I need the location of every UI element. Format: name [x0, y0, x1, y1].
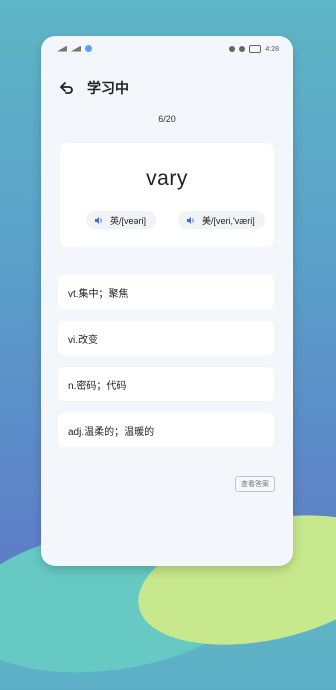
page-title: 学习中 [87, 80, 129, 96]
status-left-icons [57, 45, 92, 52]
pronunciation-us-label: 美/[veri,'væri] [202, 215, 255, 226]
status-right-icons: 4:28 [229, 45, 279, 53]
word-text: vary [146, 167, 188, 190]
word-card: vary 英/[veəri] 美/[veri,'væri] [60, 143, 274, 247]
answer-option-2[interactable]: vi.改变 [58, 321, 274, 355]
answer-option-3[interactable]: n.密码；代码 [58, 367, 274, 401]
phone-screen: 4:28 学习中 6/20 vary 英/[veəri] 美/[veri,'væ… [41, 36, 293, 566]
eye-icon [229, 46, 236, 52]
wifi-icon [85, 45, 92, 52]
pronunciation-uk-button[interactable]: 英/[veəri] [86, 211, 157, 229]
status-time: 4:28 [265, 45, 279, 53]
back-arrow-icon[interactable] [59, 80, 75, 96]
pronunciation-uk-label: 英/[veəri] [110, 215, 147, 226]
speaker-icon [94, 216, 103, 225]
pronunciation-us-button[interactable]: 美/[veri,'væri] [178, 211, 265, 229]
status-bar: 4:28 [41, 36, 293, 58]
speaker-icon [186, 216, 195, 225]
signal-icon [71, 45, 81, 52]
battery-icon [249, 45, 262, 53]
alarm-icon [239, 46, 246, 52]
signal-icon [57, 45, 67, 52]
reveal-answer-button[interactable]: 查看答案 [235, 476, 275, 492]
answer-option-4[interactable]: adj.温柔的；温暖的 [58, 413, 274, 447]
progress-counter: 6/20 [158, 114, 176, 124]
answer-option-1[interactable]: vt.集中；聚焦 [58, 275, 274, 309]
header: 学习中 [59, 78, 129, 98]
